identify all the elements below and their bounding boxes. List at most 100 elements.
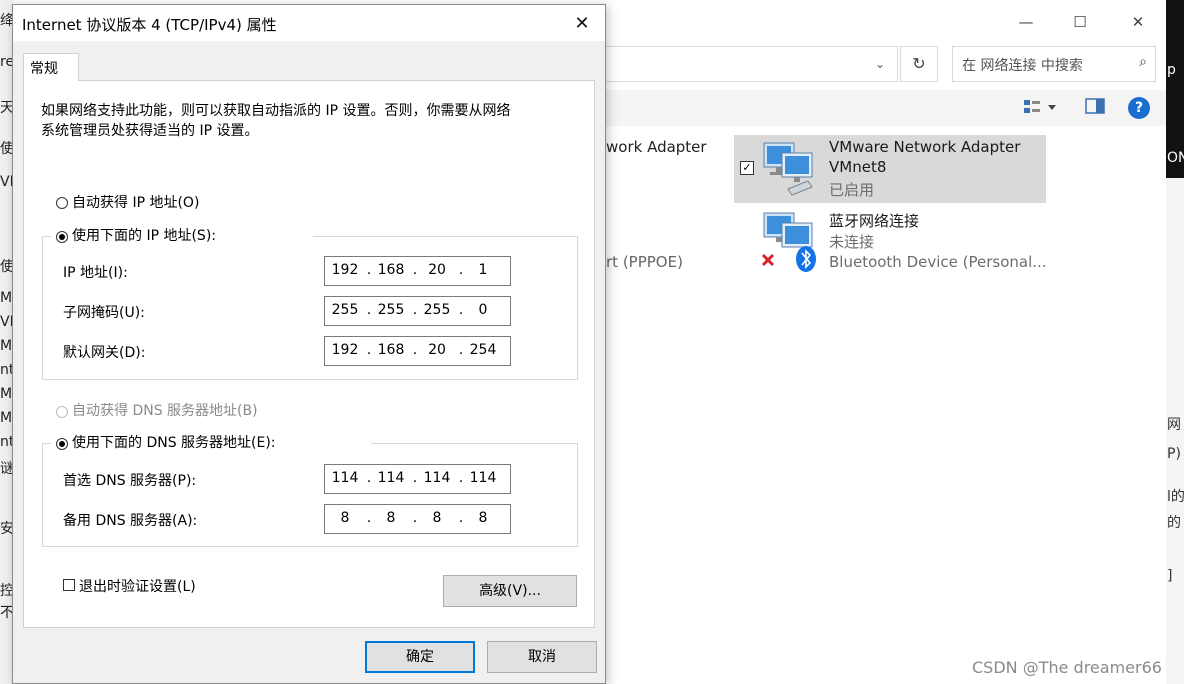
- ip-octet: 114: [377, 470, 405, 486]
- ip-address-field[interactable]: 192 . 168 . 20 . 1: [324, 256, 511, 286]
- ip-dot: .: [458, 302, 464, 318]
- ip-dot: .: [412, 510, 418, 526]
- ip-octet: 8: [432, 510, 442, 526]
- bg-right-fragment: ON: [1167, 150, 1184, 166]
- ok-button[interactable]: 确定: [365, 641, 475, 673]
- ip-octet: 20: [428, 342, 446, 358]
- alternate-dns-label: 备用 DNS 服务器(A):: [63, 513, 198, 529]
- manual-ip-label[interactable]: 使用下面的 IP 地址(S):: [72, 225, 216, 245]
- subnet-mask-label: 子网掩码(U):: [63, 305, 145, 321]
- ip-octet: 20: [428, 262, 446, 278]
- ip-octet: 168: [377, 342, 405, 358]
- search-placeholder: 在 网络连接 中搜索: [962, 58, 1083, 74]
- ip-dot: .: [412, 302, 418, 318]
- item-name: 蓝牙网络连接: [829, 212, 920, 230]
- bg-right-fragment: l的: [1167, 489, 1184, 505]
- ip-octet: 114: [469, 470, 497, 486]
- watermark: CSDN @The dreamer66: [972, 658, 1162, 677]
- ip-dot: .: [412, 262, 418, 278]
- item-name: VMware Network Adapter: [829, 138, 1021, 156]
- ip-octet: 168: [377, 262, 405, 278]
- manual-dns-label[interactable]: 使用下面的 DNS 服务器地址(E):: [72, 432, 276, 452]
- ip-octet: 254: [469, 342, 497, 358]
- ip-octet: 114: [331, 470, 359, 486]
- window-close-button[interactable]: ✕: [1118, 8, 1158, 36]
- ip-dot: .: [458, 510, 464, 526]
- bg-right-fragment: P): [1167, 446, 1181, 462]
- ip-dot: .: [366, 302, 372, 318]
- tab-general-label: 常规: [30, 61, 58, 77]
- search-icon: ⌕: [1139, 54, 1147, 70]
- ip-octet: 8: [386, 510, 396, 526]
- preferred-dns-field[interactable]: 114 . 114 . 114 . 114: [324, 464, 511, 494]
- bg-right-fragment: ]: [1167, 568, 1173, 584]
- ip-address-label: IP 地址(I):: [63, 265, 128, 281]
- ip-octet: 8: [340, 510, 350, 526]
- bg-right-fragment: 网: [1167, 417, 1181, 433]
- change-view-icon[interactable]: [1020, 98, 1060, 118]
- manual-ip-radio[interactable]: [56, 231, 68, 243]
- validate-settings-label[interactable]: 退出时验证设置(L): [79, 576, 196, 596]
- ip-octet: 8: [478, 510, 488, 526]
- refresh-button[interactable]: ↻: [900, 46, 938, 82]
- item-checkbox[interactable]: ✓: [740, 161, 754, 175]
- address-bar[interactable]: [606, 46, 898, 82]
- auto-ip-label[interactable]: 自动获得 IP 地址(O): [72, 192, 199, 212]
- adapter-name-fragment: work Adapter: [606, 138, 707, 156]
- ip-octet: 192: [331, 342, 359, 358]
- bluetooth-adapter-icon: [760, 211, 816, 272]
- item-status: 未连接: [829, 233, 875, 251]
- ip-dot: .: [366, 510, 372, 526]
- network-adapter-icon: [762, 139, 816, 197]
- item-device: Bluetooth Device (Personal...: [829, 253, 1047, 271]
- cancel-button[interactable]: 取消: [487, 641, 597, 673]
- adapter-device-fragment: rt (PPPOE): [606, 253, 683, 271]
- command-bar: [606, 90, 1166, 126]
- ip-dot: .: [366, 262, 372, 278]
- ip-octet: 114: [423, 470, 451, 486]
- validate-settings-checkbox[interactable]: [63, 579, 75, 591]
- ip-octet: 0: [478, 302, 488, 318]
- advanced-button[interactable]: 高级(V)...: [443, 575, 577, 607]
- item-name-line2: VMnet8: [829, 158, 887, 176]
- ip-octet: 1: [478, 262, 488, 278]
- ip-dot: .: [366, 470, 372, 486]
- ip-octet: 255: [377, 302, 405, 318]
- item-status: 已启用: [829, 181, 875, 199]
- auto-dns-radio[interactable]: [56, 406, 68, 418]
- ip-octet: 192: [331, 262, 359, 278]
- bg-right-fragment: 的: [1167, 515, 1181, 531]
- ip-dot: .: [458, 470, 464, 486]
- dialog-title: Internet 协议版本 4 (TCP/IPv4) 属性: [22, 16, 277, 34]
- preferred-dns-label: 首选 DNS 服务器(P):: [63, 473, 197, 489]
- ip-dot: .: [412, 470, 418, 486]
- network-item-vmnet8[interactable]: ✓ VMware Network Adapter VMnet8 已启用: [734, 135, 1046, 203]
- manual-dns-radio[interactable]: [56, 438, 68, 450]
- auto-dns-label: 自动获得 DNS 服务器地址(B): [72, 403, 258, 419]
- bg-right-fragment: p: [1167, 62, 1176, 78]
- subnet-mask-field[interactable]: 255 . 255 . 255 . 0: [324, 296, 511, 326]
- maximize-button[interactable]: ☐: [1060, 8, 1100, 36]
- alternate-dns-field[interactable]: 8 . 8 . 8 . 8: [324, 504, 511, 534]
- auto-ip-radio[interactable]: [56, 197, 68, 209]
- tab-general[interactable]: 常规: [23, 53, 79, 81]
- chevron-down-icon[interactable]: ⌄: [866, 52, 894, 76]
- ip-dot: .: [458, 342, 464, 358]
- intro-text-line2: 系统管理员处获得适当的 IP 设置。: [41, 123, 259, 139]
- preview-pane-icon[interactable]: [1084, 98, 1106, 118]
- ip-octet: 255: [423, 302, 451, 318]
- gateway-field[interactable]: 192 . 168 . 20 . 254: [324, 336, 511, 366]
- ip-octet: 255: [331, 302, 359, 318]
- search-input[interactable]: 在 网络连接 中搜索 ⌕: [952, 46, 1156, 82]
- minimize-button[interactable]: —: [1006, 8, 1046, 36]
- help-icon[interactable]: ?: [1128, 97, 1150, 119]
- ip-dot: .: [458, 262, 464, 278]
- ip-dot: .: [366, 342, 372, 358]
- ipv4-properties-dialog: Internet 协议版本 4 (TCP/IPv4) 属性 ✕ 常规 如果网络支…: [12, 4, 606, 684]
- dialog-close-button[interactable]: ✕: [567, 11, 597, 37]
- dialog-titlebar[interactable]: Internet 协议版本 4 (TCP/IPv4) 属性 ✕: [13, 5, 605, 41]
- network-item-bluetooth[interactable]: 蓝牙网络连接 未连接 Bluetooth Device (Personal...: [734, 207, 1047, 275]
- intro-text-line1: 如果网络支持此功能，则可以获取自动指派的 IP 设置。否则，你需要从网络: [41, 103, 511, 119]
- ip-dot: .: [412, 342, 418, 358]
- gateway-label: 默认网关(D):: [63, 345, 146, 361]
